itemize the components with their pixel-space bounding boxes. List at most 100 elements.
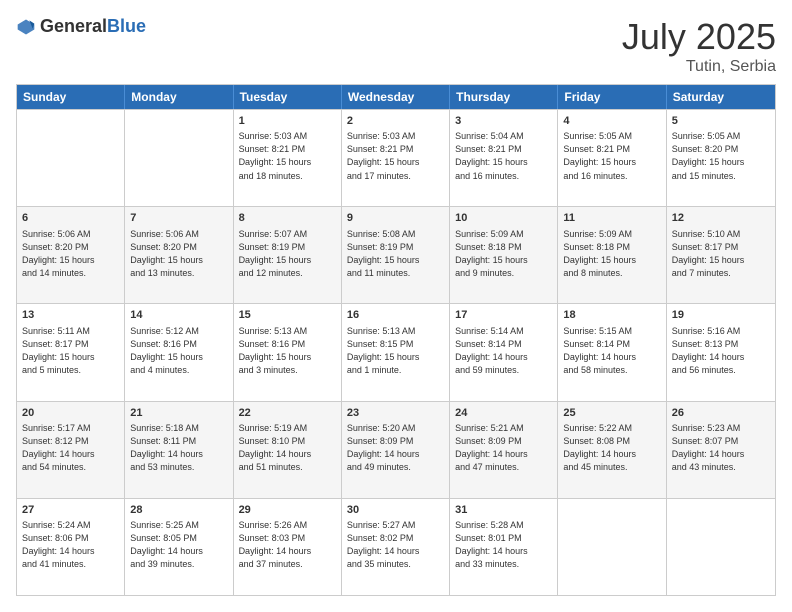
day-number: 20 (22, 406, 119, 421)
cell-info: Sunrise: 5:03 AMSunset: 8:21 PMDaylight:… (347, 130, 444, 182)
calendar-cell-r2-c5: 10 Sunrise: 5:09 AMSunset: 8:18 PMDayligh… (450, 207, 558, 303)
calendar-cell-r5-c5: 31Sunrise: 5:28 AMSunset: 8:01 PMDayligh… (450, 499, 558, 595)
day-number: 10 (455, 211, 552, 226)
calendar-cell-r4-c4: 23Sunrise: 5:20 AMSunset: 8:09 PMDayligh… (342, 402, 450, 498)
calendar-cell-r1-c1 (17, 110, 125, 206)
title-block: July 2025 Tutin, Serbia (622, 16, 776, 76)
cell-info: Sunrise: 5:25 AMSunset: 8:05 PMDaylight:… (130, 519, 227, 571)
calendar-row-4: 20Sunrise: 5:17 AMSunset: 8:12 PMDayligh… (17, 401, 775, 498)
calendar-cell-r1-c3: 1Sunrise: 5:03 AMSunset: 8:21 PMDaylight… (234, 110, 342, 206)
calendar-cell-r3-c7: 19Sunrise: 5:16 AMSunset: 8:13 PMDayligh… (667, 304, 775, 400)
logo-blue: Blue (107, 16, 146, 36)
cell-info: Sunrise: 5:14 AMSunset: 8:14 PMDaylight:… (455, 325, 552, 377)
cell-info: Sunrise: 5:09 AMSunset: 8:18 PMDaylight:… (455, 228, 552, 280)
calendar-cell-r5-c1: 27Sunrise: 5:24 AMSunset: 8:06 PMDayligh… (17, 499, 125, 595)
day-number: 3 (455, 114, 552, 129)
cell-info: Sunrise: 5:13 AMSunset: 8:15 PMDaylight:… (347, 325, 444, 377)
header-friday: Friday (558, 85, 666, 109)
calendar-cell-r4-c5: 24Sunrise: 5:21 AMSunset: 8:09 PMDayligh… (450, 402, 558, 498)
cell-info: Sunrise: 5:28 AMSunset: 8:01 PMDaylight:… (455, 519, 552, 571)
calendar-cell-r3-c1: 13 Sunrise: 5:11 AMSunset: 8:17 PMDayligh… (17, 304, 125, 400)
calendar-cell-r5-c2: 28Sunrise: 5:25 AMSunset: 8:05 PMDayligh… (125, 499, 233, 595)
cell-info: Sunrise: 5:05 AMSunset: 8:20 PMDaylight:… (672, 130, 770, 182)
calendar-cell-r5-c3: 29Sunrise: 5:26 AMSunset: 8:03 PMDayligh… (234, 499, 342, 595)
cell-info: Sunrise: 5:21 AMSunset: 8:09 PMDaylight:… (455, 422, 552, 474)
day-number: 8 (239, 211, 336, 226)
day-number: 5 (672, 114, 770, 129)
calendar-cell-r1-c5: 3Sunrise: 5:04 AMSunset: 8:21 PMDaylight… (450, 110, 558, 206)
day-number: 22 (239, 406, 336, 421)
calendar-cell-r2-c2: 7Sunrise: 5:06 AMSunset: 8:20 PMDaylight… (125, 207, 233, 303)
cell-info: Sunrise: 5:03 AMSunset: 8:21 PMDaylight:… (239, 130, 336, 182)
cell-info: Sunrise: 5:10 AMSunset: 8:17 PMDaylight:… (672, 228, 770, 280)
cell-info: Sunrise: 5:15 AMSunset: 8:14 PMDaylight:… (563, 325, 660, 377)
cell-info: Sunrise: 5:07 AMSunset: 8:19 PMDaylight:… (239, 228, 336, 280)
day-number: 27 (22, 503, 119, 518)
cell-info: Sunrise: 5:11 AMSunset: 8:17 PMDaylight:… (22, 325, 119, 377)
cell-info: Sunrise: 5:13 AMSunset: 8:16 PMDaylight:… (239, 325, 336, 377)
header-wednesday: Wednesday (342, 85, 450, 109)
day-number: 31 (455, 503, 552, 518)
calendar-cell-r1-c7: 5Sunrise: 5:05 AMSunset: 8:20 PMDaylight… (667, 110, 775, 206)
day-number: 21 (130, 406, 227, 421)
cell-info: Sunrise: 5:20 AMSunset: 8:09 PMDaylight:… (347, 422, 444, 474)
header-tuesday: Tuesday (234, 85, 342, 109)
day-number: 13 (22, 308, 119, 323)
cell-info: Sunrise: 5:08 AMSunset: 8:19 PMDaylight:… (347, 228, 444, 280)
day-number: 2 (347, 114, 444, 129)
day-number: 24 (455, 406, 552, 421)
calendar-cell-r2-c7: 12 Sunrise: 5:10 AMSunset: 8:17 PMDayligh… (667, 207, 775, 303)
header-saturday: Saturday (667, 85, 775, 109)
day-number: 6 (22, 211, 119, 226)
day-number: 25 (563, 406, 660, 421)
month-title: July 2025 (622, 16, 776, 58)
cell-info: Sunrise: 5:17 AMSunset: 8:12 PMDaylight:… (22, 422, 119, 474)
calendar-cell-r1-c4: 2Sunrise: 5:03 AMSunset: 8:21 PMDaylight… (342, 110, 450, 206)
calendar-cell-r2-c3: 8 Sunrise: 5:07 AMSunset: 8:19 PMDaylight… (234, 207, 342, 303)
calendar-cell-r4-c3: 22Sunrise: 5:19 AMSunset: 8:10 PMDayligh… (234, 402, 342, 498)
cell-info: Sunrise: 5:27 AMSunset: 8:02 PMDaylight:… (347, 519, 444, 571)
day-number: 23 (347, 406, 444, 421)
day-number: 12 (672, 211, 770, 226)
calendar-cell-r2-c4: 9 Sunrise: 5:08 AMSunset: 8:19 PMDaylight… (342, 207, 450, 303)
day-number: 15 (239, 308, 336, 323)
day-number: 17 (455, 308, 552, 323)
calendar-row-3: 13 Sunrise: 5:11 AMSunset: 8:17 PMDayligh… (17, 303, 775, 400)
calendar-cell-r2-c6: 11Sunrise: 5:09 AMSunset: 8:18 PMDayligh… (558, 207, 666, 303)
cell-info: Sunrise: 5:05 AMSunset: 8:21 PMDaylight:… (563, 130, 660, 182)
calendar-row-1: 1Sunrise: 5:03 AMSunset: 8:21 PMDaylight… (17, 109, 775, 206)
day-number: 28 (130, 503, 227, 518)
calendar-cell-r4-c6: 25Sunrise: 5:22 AMSunset: 8:08 PMDayligh… (558, 402, 666, 498)
cell-info: Sunrise: 5:18 AMSunset: 8:11 PMDaylight:… (130, 422, 227, 474)
calendar-cell-r3-c2: 14Sunrise: 5:12 AMSunset: 8:16 PMDayligh… (125, 304, 233, 400)
day-number: 18 (563, 308, 660, 323)
header-thursday: Thursday (450, 85, 558, 109)
cell-info: Sunrise: 5:06 AMSunset: 8:20 PMDaylight:… (22, 228, 119, 280)
header: GeneralBlue July 2025 Tutin, Serbia (16, 16, 776, 76)
calendar-cell-r4-c2: 21Sunrise: 5:18 AMSunset: 8:11 PMDayligh… (125, 402, 233, 498)
day-number: 14 (130, 308, 227, 323)
calendar-cell-r3-c5: 17 Sunrise: 5:14 AMSunset: 8:14 PMDayligh… (450, 304, 558, 400)
cell-info: Sunrise: 5:16 AMSunset: 8:13 PMDaylight:… (672, 325, 770, 377)
header-sunday: Sunday (17, 85, 125, 109)
cell-info: Sunrise: 5:22 AMSunset: 8:08 PMDaylight:… (563, 422, 660, 474)
calendar-cell-r1-c2 (125, 110, 233, 206)
calendar-cell-r2-c1: 6 Sunrise: 5:06 AMSunset: 8:20 PMDaylight… (17, 207, 125, 303)
calendar-cell-r3-c4: 16 Sunrise: 5:13 AMSunset: 8:15 PMDayligh… (342, 304, 450, 400)
cell-info: Sunrise: 5:06 AMSunset: 8:20 PMDaylight:… (130, 228, 227, 280)
day-number: 16 (347, 308, 444, 323)
day-number: 9 (347, 211, 444, 226)
calendar-cell-r5-c7 (667, 499, 775, 595)
calendar-cell-r4-c7: 26Sunrise: 5:23 AMSunset: 8:07 PMDayligh… (667, 402, 775, 498)
header-monday: Monday (125, 85, 233, 109)
location-subtitle: Tutin, Serbia (622, 58, 776, 76)
day-number: 1 (239, 114, 336, 129)
logo: GeneralBlue (16, 16, 146, 37)
day-number: 11 (563, 211, 660, 226)
cell-info: Sunrise: 5:26 AMSunset: 8:03 PMDaylight:… (239, 519, 336, 571)
day-number: 30 (347, 503, 444, 518)
calendar: Sunday Monday Tuesday Wednesday Thursday… (16, 84, 776, 596)
day-number: 26 (672, 406, 770, 421)
cell-info: Sunrise: 5:04 AMSunset: 8:21 PMDaylight:… (455, 130, 552, 182)
day-number: 4 (563, 114, 660, 129)
